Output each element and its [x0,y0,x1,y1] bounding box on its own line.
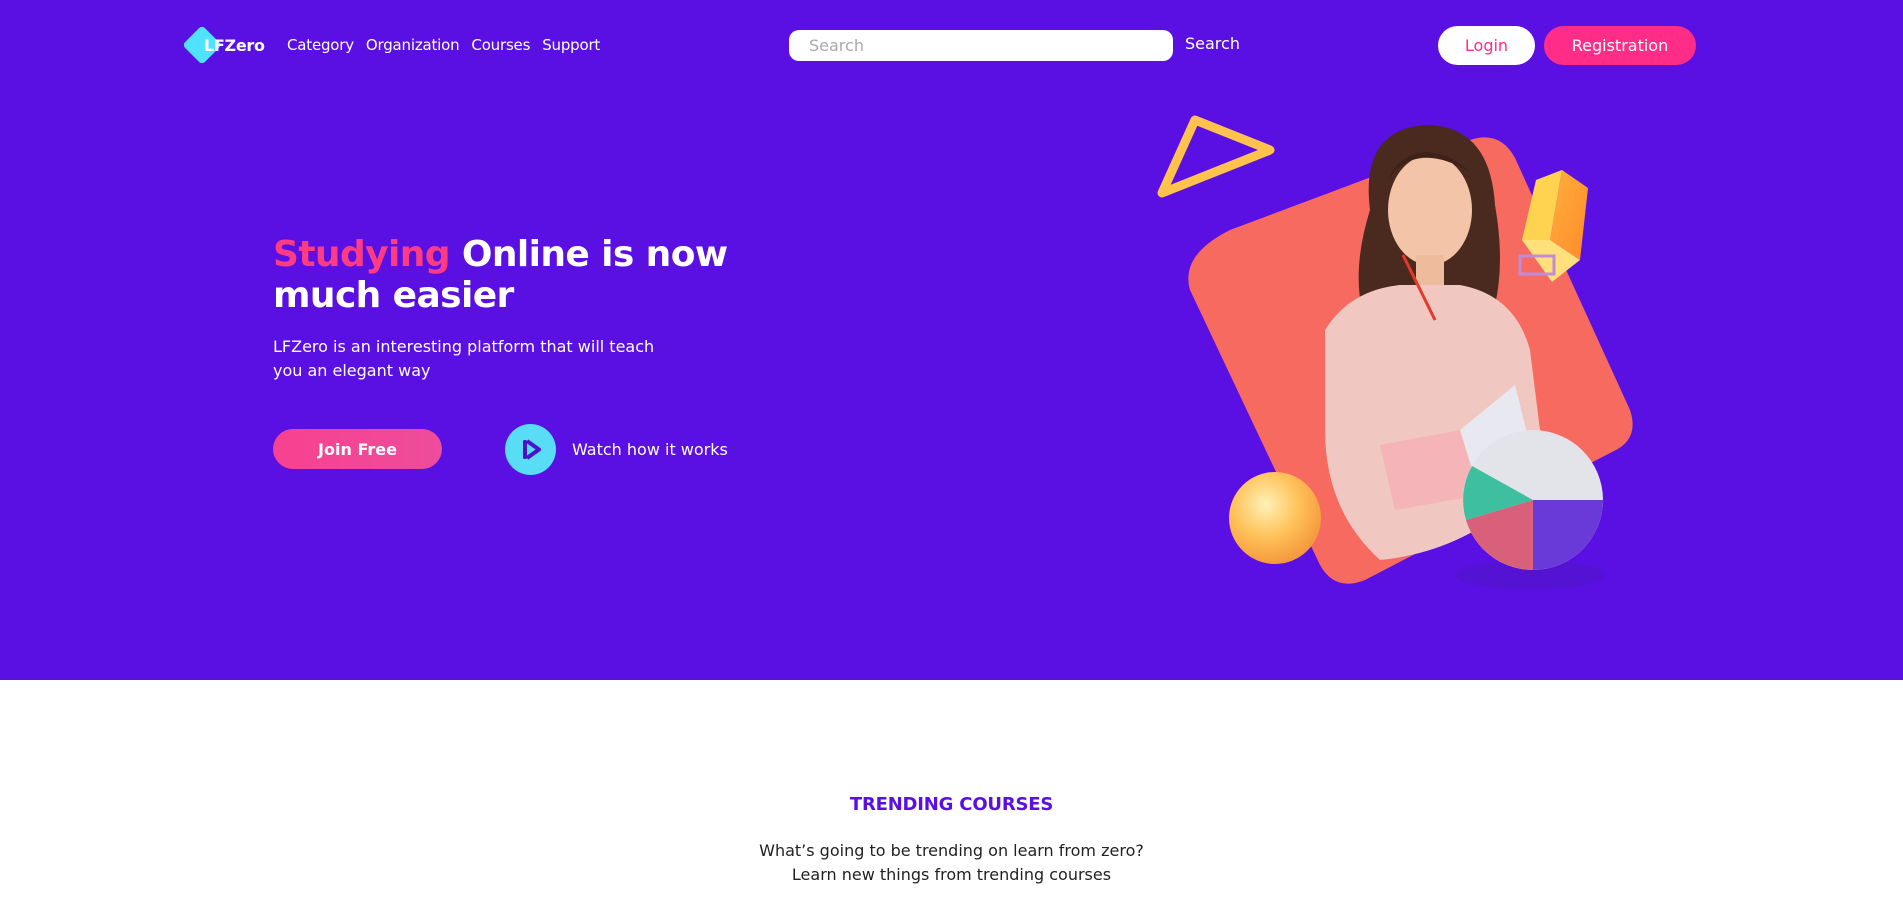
triangle-decoration [1157,115,1275,198]
trending-subtitle: What’s going to be trending on learn fro… [0,839,1903,887]
logo[interactable]: LFZero [182,25,274,65]
hero-subtext: LFZero is an interesting platform that w… [273,337,655,380]
trending-subtitle-line1: What’s going to be trending on learn fro… [759,841,1144,860]
search-input[interactable] [789,30,1173,61]
search-button[interactable]: Search [1185,34,1240,53]
headline-accent: Studying [273,234,451,275]
nav-item-category[interactable]: Category [287,36,354,54]
join-free-button[interactable]: Join Free [273,429,442,469]
sphere-decoration [1229,472,1321,564]
play-button[interactable] [505,423,556,475]
nav-item-organization[interactable]: Organization [366,36,460,54]
site-header: LFZero Category Organization Courses Sup… [0,0,1903,92]
trending-title: TRENDING COURSES [849,794,1054,815]
logo-text: LFZero [204,36,265,55]
nav-item-courses[interactable]: Courses [471,36,530,54]
main-nav: Category Organization Courses Support [287,36,600,54]
registration-button[interactable]: Registration [1544,26,1696,65]
login-button[interactable]: Login [1438,26,1535,65]
hero-illustration [1157,115,1633,589]
nav-item-support[interactable]: Support [542,36,600,54]
hero-headline: Studying Online is now much easier [273,234,753,316]
play-icon [523,438,541,460]
watch-video-link[interactable]: Watch how it works [505,423,728,475]
watch-label: Watch how it works [572,439,728,459]
trending-subtitle-line2: Learn new things from trending courses [791,865,1112,884]
